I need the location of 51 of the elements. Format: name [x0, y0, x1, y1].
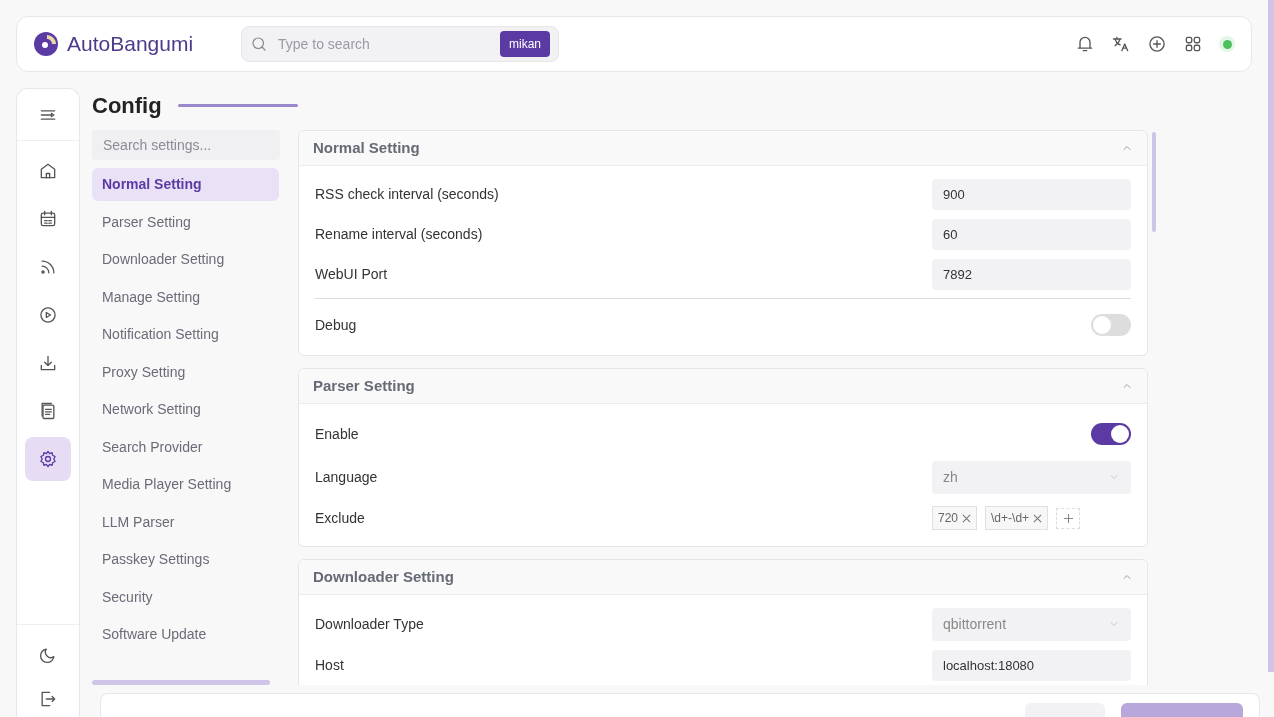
section-title: Parser Setting [313, 375, 415, 396]
settings-nav-item[interactable]: Manage Setting [92, 280, 279, 314]
search-icon [250, 35, 268, 53]
input-field[interactable]: 60 [932, 218, 1131, 250]
field-label: Downloader Type [315, 614, 424, 634]
toggle-switch[interactable] [1091, 314, 1131, 336]
search-field[interactable]: Type to search mikan [241, 26, 559, 62]
section-title: Normal Setting [313, 137, 420, 158]
source-tag[interactable]: mikan [500, 31, 550, 57]
app-name: AutoBangumi [67, 31, 194, 58]
tag-chip[interactable]: \d+-\d+ [985, 506, 1049, 530]
toggle-switch[interactable] [1091, 423, 1131, 445]
field-label: Debug [315, 315, 357, 335]
input-field[interactable]: 7892 [932, 258, 1131, 290]
section-title: Downloader Setting [313, 566, 454, 587]
field-label: WebUI Port [315, 264, 388, 284]
settings-nav-item[interactable]: Media Player Setting [92, 468, 279, 501]
settings-nav-item[interactable]: Parser Setting [92, 205, 279, 239]
settings-nav-item[interactable]: LLM Parser [92, 505, 279, 539]
settings-nav-item[interactable]: Downloader Setting [92, 243, 279, 276]
field-label: Language [315, 467, 378, 487]
field-label: Enable [315, 424, 359, 444]
settings-nav-item[interactable]: Network Setting [92, 393, 279, 426]
select-field[interactable]: qbittorrent [932, 607, 1131, 641]
bell-icon[interactable] [1075, 34, 1095, 54]
field-label: Rename interval (seconds) [315, 224, 483, 244]
field-label: Host [315, 655, 344, 675]
add-tag-button[interactable] [1056, 507, 1081, 529]
input-field[interactable]: localhost:18080 [932, 649, 1131, 681]
settings-nav-item[interactable]: Security [92, 580, 279, 614]
settings-nav-item[interactable]: Notification Setting [92, 318, 279, 351]
logo-icon [33, 31, 59, 57]
settings-nav-item[interactable]: Normal Setting [92, 168, 279, 201]
select-field[interactable]: zh [932, 460, 1131, 494]
settings-nav-item[interactable]: Search Provider [92, 430, 279, 464]
close-icon[interactable] [962, 513, 972, 523]
field-label: Exclude [315, 508, 365, 528]
grid-icon[interactable] [1183, 34, 1203, 54]
page-title: Config [92, 91, 162, 120]
settings-nav-item[interactable]: Proxy Setting [92, 355, 279, 389]
close-icon[interactable] [1033, 513, 1043, 523]
tag-chip[interactable]: 720 [932, 506, 978, 530]
plus-circle-icon[interactable] [1147, 34, 1167, 54]
settings-search-field[interactable]: Search settings... [92, 130, 280, 160]
settings-nav-item[interactable]: Passkey Settings [92, 543, 279, 576]
settings-icon[interactable] [25, 437, 71, 481]
plus-icon [1063, 513, 1073, 523]
field-label: RSS check interval (seconds) [315, 184, 499, 204]
input-field[interactable]: 900 [932, 178, 1131, 210]
translate-icon[interactable] [1111, 34, 1131, 54]
settings-nav-item[interactable]: Software Update [92, 618, 279, 651]
